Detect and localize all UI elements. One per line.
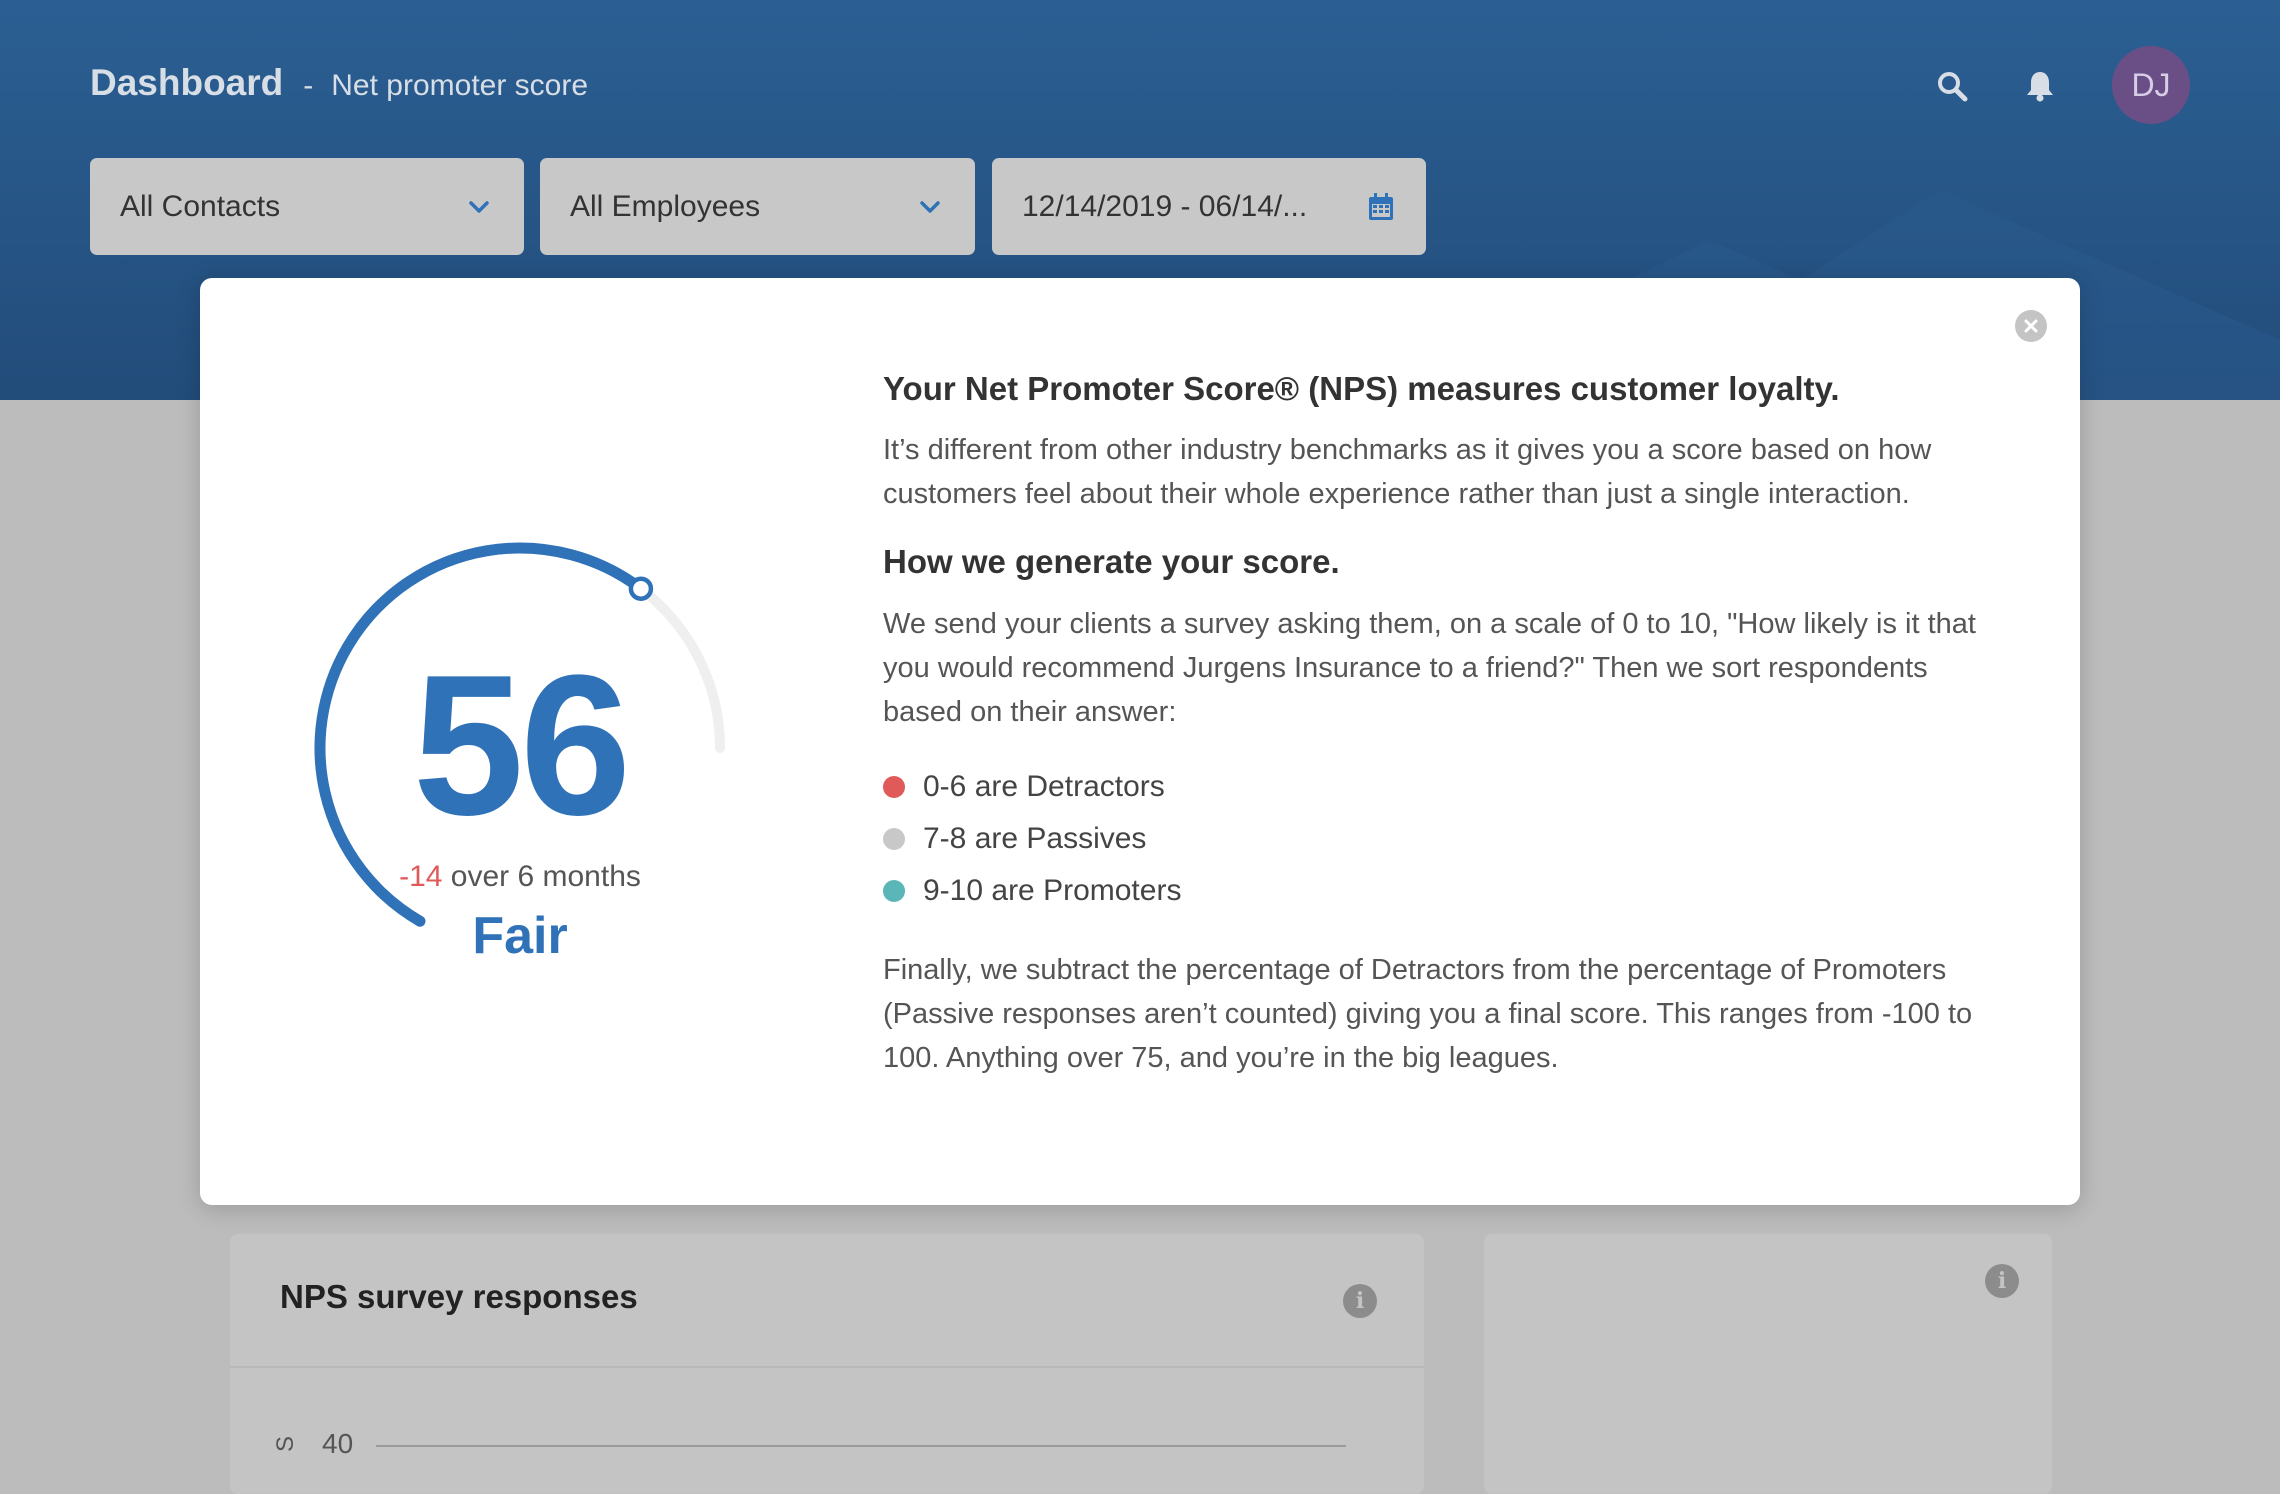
contacts-filter-value: All Contacts: [120, 189, 281, 223]
nps-score: 56: [412, 634, 631, 857]
bell-icon[interactable]: [2020, 66, 2060, 106]
legend-label: 7-8 are Passives: [923, 822, 1147, 855]
employees-filter-value: All Employees: [570, 189, 761, 223]
breadcrumb-separator: -: [303, 69, 314, 102]
y-axis-tick: 40: [322, 1428, 354, 1459]
side-card: [1484, 1234, 2052, 1494]
score-change-suffix: over 6 months: [442, 860, 641, 893]
nps-info-modal: 56 -14 over 6 months Fair Your Net Promo…: [200, 278, 2080, 1205]
page-title[interactable]: Dashboard: [90, 62, 283, 104]
legend-label: 9-10 are Promoters: [923, 874, 1182, 907]
chevron-down-icon: [464, 192, 494, 222]
modal-paragraph-method: We send your clients a survey asking the…: [883, 608, 1976, 728]
chart-gridline: [376, 1445, 1346, 1447]
legend-item-passives: 7-8 are Passives: [883, 822, 1146, 856]
score-change-value: -14: [399, 860, 443, 893]
avatar[interactable]: DJ: [2112, 46, 2190, 124]
legend-label: 0-6 are Detractors: [923, 770, 1165, 803]
info-icon[interactable]: i: [1985, 1264, 2019, 1298]
promoters-dot: [883, 880, 905, 902]
breadcrumb: Dashboard - Net promoter score: [90, 62, 588, 104]
legend-item-detractors: 0-6 are Detractors: [883, 770, 1165, 804]
calendar-icon[interactable]: [1366, 192, 1396, 222]
modal-heading: Your Net Promoter Score® (NPS) measures …: [883, 370, 1840, 407]
modal-paragraph-intro: It’s different from other industry bench…: [883, 434, 1932, 510]
contacts-filter-dropdown[interactable]: All Contacts: [90, 158, 524, 255]
score-rating: Fair: [472, 907, 568, 965]
modal-subheading: How we generate your score.: [883, 543, 1340, 580]
info-icon[interactable]: i: [1343, 1284, 1377, 1318]
nps-survey-card-title: NPS survey responses: [280, 1278, 638, 1315]
passives-dot: [883, 828, 905, 850]
date-range-picker[interactable]: 12/14/2019 - 06/14/...: [992, 158, 1426, 255]
close-icon[interactable]: [2015, 310, 2047, 342]
score-change: -14 over 6 months: [300, 860, 740, 894]
modal-paragraph-calculation: Finally, we subtract the percentage of D…: [883, 954, 1973, 1074]
card-divider: [230, 1366, 1424, 1368]
y-axis-label: S: [272, 1435, 299, 1452]
page-subtitle: Net promoter score: [331, 69, 589, 102]
date-range-value: 12/14/2019 - 06/14/...: [1022, 189, 1308, 223]
nps-survey-card: [230, 1234, 1424, 1494]
search-icon[interactable]: [1932, 66, 1972, 106]
chevron-down-icon: [915, 192, 945, 222]
employees-filter-dropdown[interactable]: All Employees: [540, 158, 975, 255]
legend-item-promoters: 9-10 are Promoters: [883, 874, 1181, 908]
gauge-knob: [628, 576, 654, 601]
detractors-dot: [883, 776, 905, 798]
